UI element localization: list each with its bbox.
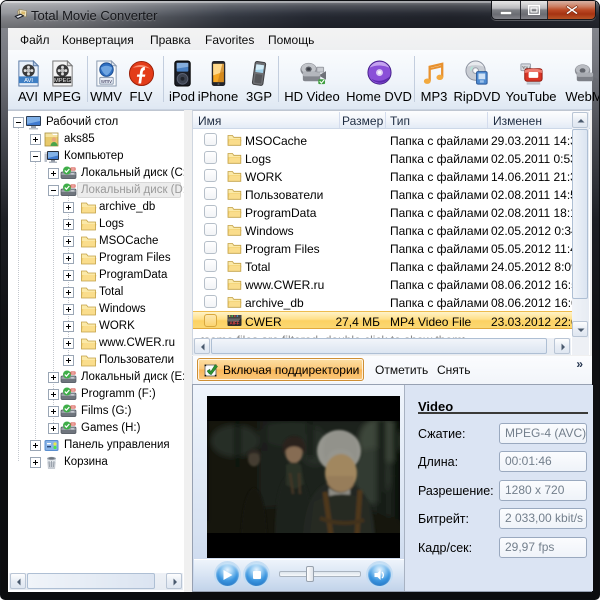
svg-text:AIFF: AIFF bbox=[230, 321, 240, 326]
